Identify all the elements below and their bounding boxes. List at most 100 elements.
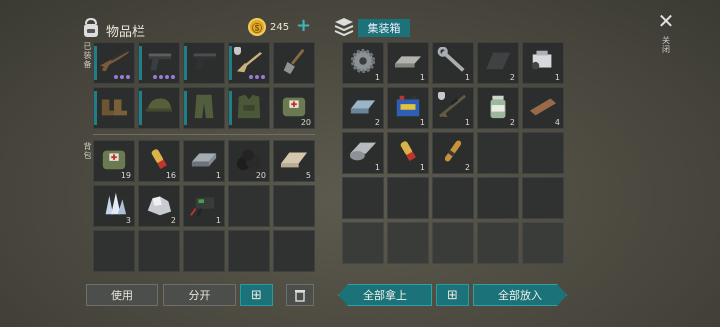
empty-slot[interactable] [477,132,519,174]
pistol-2-slot[interactable] [183,42,225,84]
locked-slot [477,222,519,264]
iron-bar-icon [191,153,217,167]
empty-slot[interactable] [522,132,564,174]
empty-slot[interactable] [228,230,270,272]
take-all-button[interactable]: 全部拿上 [338,284,432,306]
cloth-slot[interactable]: 5 [273,140,315,182]
grid-icon: ⊞ [251,287,262,303]
pistol-icon [193,53,217,71]
medkit-bag-slot[interactable]: 19 [93,140,135,182]
empty-slot[interactable] [273,185,315,227]
pistol-slot[interactable] [138,42,180,84]
pills-icon [490,95,506,119]
car-battery-slot[interactable]: 1 [387,87,429,129]
empty-slot[interactable] [138,230,180,272]
crystal-slot[interactable]: 3 [93,185,135,227]
gear-slot[interactable]: 1 [342,42,384,84]
empty-slot[interactable] [522,177,564,219]
empty-slot[interactable] [387,177,429,219]
item-count: 1 [554,73,560,82]
plate-slot[interactable]: 2 [477,42,519,84]
vest-icon [237,94,261,119]
rifle-slot[interactable] [228,42,270,84]
currency-amount: 245 [270,22,290,33]
sort-button[interactable]: ⊞ [240,284,273,306]
ingot-slot[interactable]: 2 [342,87,384,129]
ammo-slot[interactable]: 2 [432,132,474,174]
item-count: 1 [374,73,380,82]
empty-slot[interactable] [432,177,474,219]
item-count: 4 [554,118,560,127]
backpack-icon [82,17,100,38]
crystal-icon [105,192,127,215]
item-count: 1 [464,73,470,82]
metal-bar-slot[interactable]: 1 [387,42,429,84]
empty-slot[interactable] [228,185,270,227]
engine-icon [531,50,552,70]
item-count: 1 [374,163,380,172]
plank-slot[interactable]: 4 [522,87,564,129]
medkit-bag-slot[interactable]: 20 [273,87,315,129]
iron-bar-slot[interactable]: 1 [183,140,225,182]
grid-icon: ⊞ [447,287,458,303]
shovel-slot[interactable] [273,42,315,84]
shell-slot[interactable]: 1 [387,132,429,174]
metal-bar-icon [394,56,422,68]
equipped-grid: 20 [93,42,315,129]
wrench-slot[interactable]: 1 [432,42,474,84]
item-count: 20 [255,171,266,180]
empty-slot[interactable] [183,230,225,272]
battery-icon [190,197,215,217]
coal-slot[interactable]: 20 [228,140,270,182]
boots-slot[interactable] [93,87,135,129]
battery-slot[interactable]: 1 [183,185,225,227]
container-sort-button[interactable]: ⊞ [436,284,469,306]
gear-icon [350,48,376,74]
cap-icon [145,98,173,112]
cap-slot[interactable] [138,87,180,129]
shell-icon [400,141,416,161]
item-count: 2 [509,118,515,127]
close-icon: ✕ [657,9,675,33]
item-count: 1 [419,118,425,127]
trash-button[interactable] [286,284,314,306]
plate-icon [485,52,511,73]
ore-icon [147,196,172,216]
item-count: 3 [125,216,131,225]
sniper-slot[interactable]: 1 [432,87,474,129]
locked-slot [432,222,474,264]
close-button[interactable]: ✕ 关闭 [654,10,678,66]
add-currency-button[interactable]: + [296,15,311,36]
shell-slot[interactable]: 16 [138,140,180,182]
item-count: 1 [419,163,425,172]
empty-slot[interactable] [342,177,384,219]
engine-slot[interactable]: 1 [522,42,564,84]
empty-slot[interactable] [477,177,519,219]
sniper-icon [439,94,467,118]
pants-slot[interactable] [183,87,225,129]
empty-slot[interactable] [93,230,135,272]
put-all-button[interactable]: 全部放入 [473,284,567,306]
item-count: 1 [419,73,425,82]
container-grid: 1 1 1 2 1 2 1 1 2 4 1 1 2 [342,42,564,264]
equipped-label: 已装备 [83,42,92,69]
empty-slot[interactable] [273,230,315,272]
item-count: 1 [215,216,221,225]
item-count: 2 [374,118,380,127]
sheet-metal-icon [349,142,377,161]
cloth-icon [280,152,308,168]
vest-slot[interactable] [228,87,270,129]
plank-icon [529,98,557,116]
pills-slot[interactable]: 2 [477,87,519,129]
use-button[interactable]: 使用 [86,284,158,306]
split-button[interactable]: 分开 [163,284,236,306]
shotgun-slot[interactable] [93,42,135,84]
item-count: 5 [305,171,311,180]
locked-slot [342,222,384,264]
shovel-icon [283,48,305,75]
pistol-icon [148,53,172,71]
item-count: 20 [300,118,311,127]
item-count: 19 [120,171,131,180]
sheet-metal-slot[interactable]: 1 [342,132,384,174]
ore-slot[interactable]: 2 [138,185,180,227]
